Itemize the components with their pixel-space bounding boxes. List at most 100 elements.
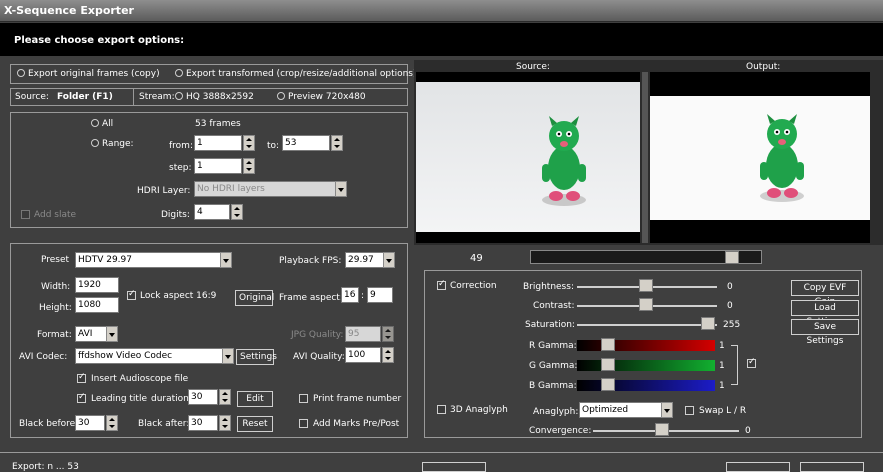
print-frame-label: Print frame number (313, 394, 402, 404)
lock-aspect-checkbox[interactable] (127, 289, 136, 300)
to-label: to: (267, 141, 280, 151)
g-gamma-label: G Gamma: (529, 361, 578, 371)
correction-label: Correction (450, 281, 497, 291)
b-gamma-thumb[interactable] (601, 378, 615, 391)
fps-dropdown-arrow[interactable] (383, 252, 395, 268)
preset-dropdown-arrow[interactable] (220, 252, 232, 268)
reset-button[interactable]: Reset (237, 416, 273, 432)
bottom-button-3[interactable] (800, 462, 864, 472)
brightness-value: 0 (727, 282, 733, 292)
step-input[interactable]: 1 (194, 158, 242, 174)
from-label: from: (169, 141, 193, 151)
hdri-dropdown-arrow[interactable] (335, 181, 347, 197)
black-after-input[interactable]: 30 (188, 415, 218, 431)
r-gamma-thumb[interactable] (601, 338, 615, 351)
step-spinner[interactable] (243, 158, 255, 174)
black-before-spinner[interactable] (106, 415, 118, 431)
header-text: Please choose export options: (14, 35, 185, 46)
aspect-height-input[interactable]: 9 (367, 287, 393, 303)
preset-select[interactable]: HDTV 29.97 (75, 252, 231, 268)
export-transformed-radio[interactable]: Export transformed (crop/resize/addition… (175, 69, 417, 79)
add-slate-checkbox[interactable] (21, 210, 30, 219)
original-button[interactable]: Original (235, 290, 274, 306)
g-gamma-thumb[interactable] (601, 358, 615, 371)
codec-label: AVI Codec: (19, 352, 68, 362)
source-frame (416, 82, 640, 232)
from-spinner[interactable] (243, 135, 255, 151)
copy-evf-gain-button[interactable]: Copy EVF Gain (791, 280, 859, 307)
add-marks-checkbox[interactable] (299, 419, 308, 428)
leading-title-label: Leading title (91, 394, 147, 404)
export-original-radio[interactable]: Export original frames (copy) (17, 69, 160, 79)
all-radio[interactable]: All (91, 119, 113, 129)
format-panel: Preset HDTV 29.97 Playback FPS: 29.97 Wi… (10, 243, 408, 438)
black-before-input[interactable]: 30 (75, 415, 105, 431)
duration-spinner[interactable] (219, 389, 231, 405)
load-settings-button[interactable]: Load Settings (791, 300, 859, 327)
format-dropdown-arrow[interactable] (106, 326, 118, 342)
brightness-thumb[interactable] (639, 279, 653, 292)
stream-hq-radio[interactable]: HQ 3888x2592 (175, 92, 254, 102)
codec-select[interactable]: ffdshow Video Codec (75, 348, 233, 364)
saturation-thumb[interactable] (701, 317, 715, 330)
stream-hq-label: HQ 3888x2592 (186, 92, 254, 102)
from-input[interactable]: 1 (194, 135, 242, 151)
range-radio[interactable]: Range: (91, 139, 134, 149)
format-label: Format: (37, 330, 72, 340)
gamma-link-bracket (737, 345, 738, 385)
codec-dropdown-arrow[interactable] (222, 348, 234, 364)
export-original-label: Export original frames (copy) (28, 69, 160, 79)
digits-input[interactable]: 4 (194, 204, 230, 220)
range-panel: All 53 frames Range: from: 1 to: 53 step… (10, 112, 408, 228)
black-after-spinner[interactable] (219, 415, 231, 431)
avi-quality-spinner[interactable] (382, 347, 394, 363)
gamma-link-checkbox[interactable] (747, 357, 756, 368)
to-spinner[interactable] (331, 135, 343, 151)
height-label: Height: (39, 303, 72, 313)
r-gamma-slider[interactable] (577, 340, 715, 351)
frame-slider[interactable] (530, 250, 762, 264)
to-input[interactable]: 53 (282, 135, 330, 151)
output-preview (650, 72, 870, 243)
correction-checkbox[interactable] (437, 279, 446, 290)
aspect-width-input[interactable]: 16 (341, 287, 359, 303)
header-bar: Please choose export options: (0, 23, 883, 56)
frame-slider-thumb[interactable] (725, 251, 739, 264)
frame-number: 49 (470, 253, 483, 264)
bottom-button-1[interactable] (422, 462, 486, 472)
duration-input[interactable]: 30 (188, 389, 218, 405)
anaglyph-dropdown-arrow[interactable] (661, 402, 673, 418)
status-text: Export: n ... 53 (12, 462, 79, 472)
width-input[interactable]: 1920 (75, 277, 119, 293)
swap-lr-label: Swap L / R (699, 406, 747, 416)
save-settings-button[interactable]: Save Settings (791, 319, 859, 346)
avi-quality-input[interactable]: 100 (345, 347, 381, 363)
contrast-thumb[interactable] (639, 298, 653, 311)
r-gamma-value: 1 (719, 341, 725, 351)
source-value: Folder (F1) (57, 92, 113, 102)
divider (133, 89, 134, 105)
audioscope-checkbox[interactable] (77, 372, 86, 383)
stream-preview-radio[interactable]: Preview 720x480 (277, 92, 366, 102)
b-gamma-slider[interactable] (577, 380, 715, 391)
hdri-select[interactable]: No HDRI layers (194, 181, 342, 197)
convergence-value: 0 (745, 426, 751, 436)
digits-spinner[interactable] (231, 204, 243, 220)
saturation-label: Saturation: (525, 320, 575, 330)
saturation-slider[interactable] (577, 324, 717, 326)
source-panel: Source: Folder (F1) Stream: HQ 3888x2592… (10, 88, 408, 106)
jpg-quality-input[interactable]: 95 (345, 326, 381, 342)
convergence-thumb[interactable] (655, 423, 669, 436)
g-gamma-slider[interactable] (577, 360, 715, 371)
anaglyph-checkbox[interactable] (437, 405, 446, 414)
print-frame-checkbox[interactable] (299, 394, 308, 403)
jpg-quality-spinner[interactable] (382, 326, 394, 342)
edit-title-button[interactable]: Edit (237, 391, 273, 407)
codec-settings-button[interactable]: Settings (236, 349, 277, 365)
height-input[interactable]: 1080 (75, 297, 119, 313)
anaglyph-select[interactable]: Optimized (579, 402, 673, 418)
contrast-value: 0 (727, 301, 733, 311)
leading-title-checkbox[interactable] (77, 392, 86, 403)
bottom-button-2[interactable] (726, 462, 790, 472)
swap-lr-checkbox[interactable] (685, 406, 694, 415)
